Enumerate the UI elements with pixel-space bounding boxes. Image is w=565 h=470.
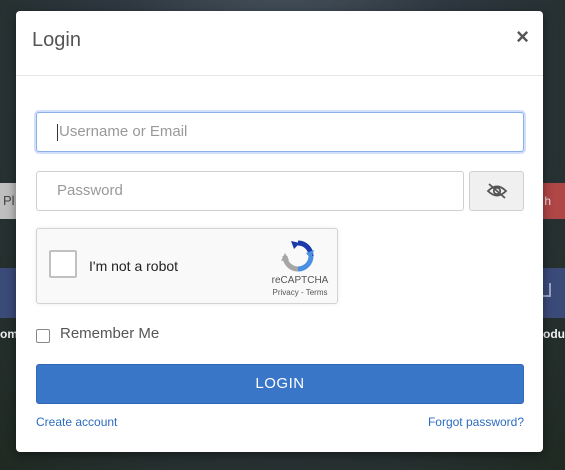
recaptcha-brand: reCAPTCHA [271, 275, 329, 286]
forgot-password-link[interactable]: Forgot password? [428, 415, 524, 429]
create-account-link[interactable]: Create account [36, 415, 117, 429]
recaptcha-label: I'm not a robot [89, 258, 179, 274]
username-input[interactable]: Username or Email [36, 112, 524, 152]
password-visibility-toggle[interactable] [469, 171, 524, 211]
background-nav-text-right: odu [543, 327, 565, 341]
recaptcha-checkbox[interactable] [49, 250, 77, 278]
recaptcha-widget: I'm not a robot reCAPTCHA Privacy - Term… [36, 228, 338, 304]
modal-title: Login [32, 29, 81, 51]
recaptcha-privacy-terms[interactable]: Privacy - Terms [270, 288, 330, 297]
password-input[interactable]: Password [36, 171, 464, 211]
remember-me-checkbox[interactable] [36, 329, 50, 343]
eye-slash-icon [486, 183, 507, 199]
login-modal: Login × Username or Email Password I'm n… [16, 11, 543, 452]
remember-me-label[interactable]: Remember Me [60, 325, 159, 342]
text-caret [57, 123, 58, 141]
close-button[interactable]: × [516, 25, 529, 49]
remember-me-row: Remember Me [36, 323, 159, 343]
username-placeholder: Username or Email [59, 123, 188, 140]
password-placeholder: Password [57, 182, 123, 199]
modal-header: Login × [16, 11, 543, 76]
background-search-button-text: h [544, 194, 551, 208]
recaptcha-logo-icon [281, 240, 314, 272]
background-search-text: Pl [3, 193, 15, 208]
login-button[interactable]: LOGIN [36, 364, 524, 404]
